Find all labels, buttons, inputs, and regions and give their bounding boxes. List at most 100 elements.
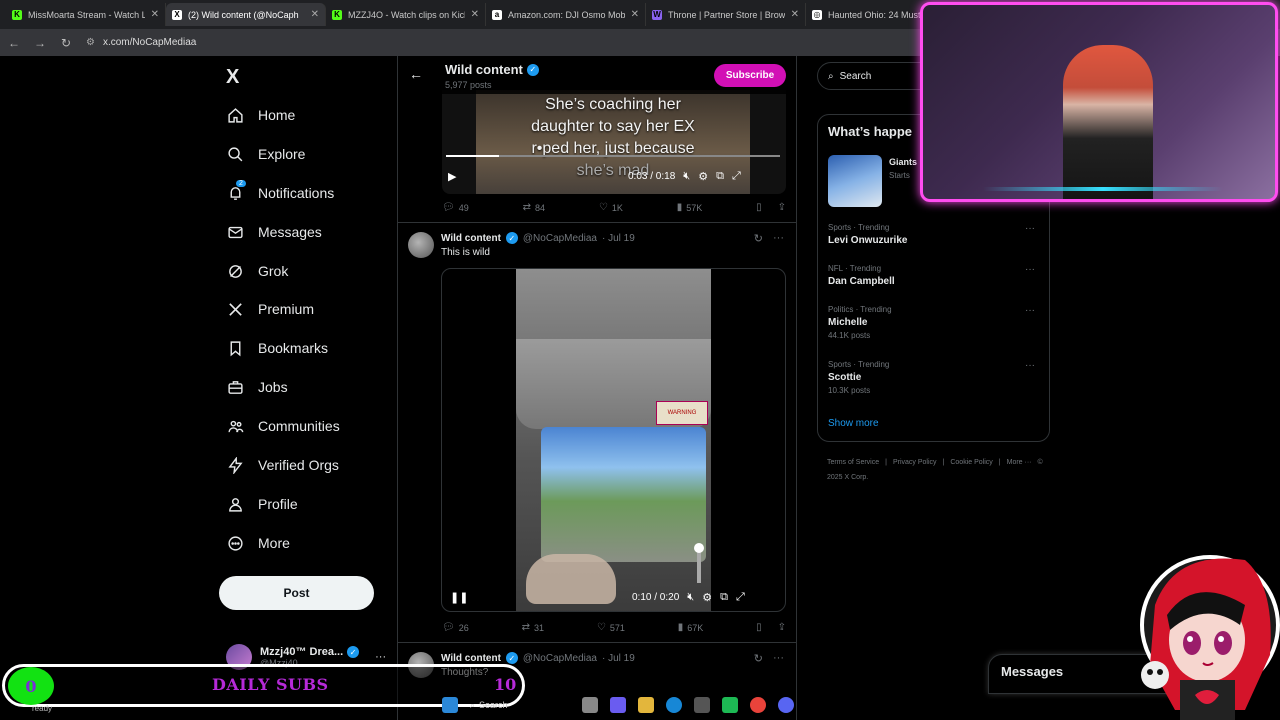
share-icon[interactable]: ⇪ bbox=[778, 202, 786, 213]
author-name[interactable]: Wild content bbox=[441, 233, 501, 244]
app-icon[interactable] bbox=[722, 697, 738, 713]
nav-item-explore[interactable]: Explore bbox=[226, 145, 305, 163]
tweet-date[interactable]: · Jul 19 bbox=[602, 233, 635, 244]
footer-link[interactable]: Cookie Policy bbox=[950, 459, 992, 466]
pip-icon[interactable]: ⧉ bbox=[716, 170, 724, 183]
site-info-icon[interactable]: ⚙ bbox=[86, 37, 95, 48]
post-button[interactable]: Post bbox=[219, 576, 374, 610]
x-logo-icon[interactable]: X bbox=[226, 66, 239, 89]
more-dots-icon[interactable]: ··· bbox=[1025, 360, 1035, 371]
trend-name: Scottie bbox=[828, 372, 862, 383]
share-icon[interactable]: ⇪ bbox=[778, 622, 786, 633]
video-player[interactable]: WARNING ❚❚ 0:10 / 0:20 🔇︎ ⚙ ⧉ ⤢ bbox=[441, 268, 786, 612]
avatar[interactable] bbox=[408, 232, 434, 258]
close-icon[interactable]: ✕ bbox=[471, 9, 479, 20]
nav-item-label: Messages bbox=[258, 224, 322, 240]
more-dots-icon[interactable]: ··· bbox=[1025, 223, 1035, 234]
verified-icon: ✓ bbox=[505, 652, 518, 664]
edge-icon[interactable] bbox=[666, 697, 682, 713]
nav-item-more[interactable]: More bbox=[226, 534, 290, 552]
footer-link[interactable]: Privacy Policy bbox=[893, 459, 937, 466]
reload-icon[interactable]: ↻ bbox=[60, 36, 72, 50]
nav-item-profile[interactable]: Profile bbox=[226, 495, 298, 513]
reply-button[interactable]: 💬︎ 26 bbox=[442, 622, 469, 633]
more-dots-icon[interactable]: ··· bbox=[1025, 264, 1035, 275]
trend-name: Levi Onwuzurike bbox=[828, 235, 908, 246]
reply-button[interactable]: 💬︎ 49 bbox=[442, 202, 469, 213]
windows-start-icon[interactable] bbox=[442, 697, 458, 713]
play-icon[interactable]: ▶ bbox=[448, 170, 456, 183]
close-icon[interactable]: ✕ bbox=[311, 9, 319, 20]
author-handle[interactable]: @NoCapMediaa bbox=[523, 233, 597, 244]
grok-icon[interactable]: ↻ bbox=[754, 652, 763, 665]
copilot-icon[interactable] bbox=[610, 697, 626, 713]
video-player[interactable]: She’s coaching her daughter to say her E… bbox=[442, 90, 786, 194]
mute-icon[interactable]: 🔇︎ bbox=[683, 170, 690, 183]
subscribe-button[interactable]: Subscribe bbox=[714, 64, 786, 87]
discord-icon[interactable] bbox=[778, 697, 794, 713]
nav-item-notifications[interactable]: 2 Notifications bbox=[226, 180, 334, 202]
back-arrow-icon[interactable]: ← bbox=[409, 66, 423, 82]
like-button[interactable]: ♡ 1K bbox=[599, 202, 623, 213]
nav-item-verified-orgs[interactable]: Verified Orgs bbox=[226, 456, 339, 474]
views-button[interactable]: ▮ 57K bbox=[677, 202, 703, 213]
chrome-icon[interactable] bbox=[750, 697, 766, 713]
mute-icon[interactable]: 🔇︎ bbox=[687, 591, 694, 604]
trend-item[interactable]: Sports · Trending Levi Onwuzurike ··· bbox=[828, 223, 1043, 246]
more-dots-icon[interactable]: ··· bbox=[773, 232, 784, 245]
more-dots-icon[interactable]: ··· bbox=[1025, 305, 1035, 316]
footer-link[interactable]: More ··· bbox=[1007, 459, 1032, 466]
file-explorer-icon[interactable] bbox=[638, 697, 654, 713]
views-button[interactable]: ▮ 67K bbox=[678, 622, 704, 633]
footer-link[interactable]: Terms of Service bbox=[827, 459, 879, 466]
like-button[interactable]: ♡ 571 bbox=[597, 622, 625, 633]
video-progress-bar[interactable] bbox=[446, 155, 780, 157]
nav-item-grok[interactable]: Grok bbox=[226, 262, 288, 280]
pip-icon[interactable]: ⧉ bbox=[720, 591, 728, 604]
trend-event-title[interactable]: Giants bbox=[889, 157, 917, 167]
browser-tab[interactable]: W Throne | Partner Store | Browse ✕ bbox=[646, 3, 806, 26]
nav-item-label: Jobs bbox=[258, 379, 288, 395]
grok-icon[interactable]: ↻ bbox=[754, 232, 763, 245]
repost-button[interactable]: ⇄ 31 bbox=[522, 622, 544, 633]
address-field[interactable]: ⚙ x.com/NoCapMediaa bbox=[86, 33, 196, 53]
repost-button[interactable]: ⇄ 84 bbox=[523, 202, 545, 213]
trend-item[interactable]: Politics · Trending Michelle 44.1K posts ··… bbox=[828, 305, 1043, 340]
browser-tab[interactable]: X (2) Wild content (@NoCaph ✕ bbox=[166, 3, 326, 26]
tweet-date[interactable]: · Jul 19 bbox=[602, 653, 635, 664]
trend-item[interactable]: Sports · Trending Scottie 10.3K posts ··· bbox=[828, 360, 1043, 395]
show-more-link[interactable]: Show more bbox=[828, 418, 879, 429]
author-handle[interactable]: @NoCapMediaa bbox=[523, 653, 597, 664]
nav-item-communities[interactable]: Communities bbox=[226, 417, 340, 435]
browser-tab[interactable]: K MissMoarta Stream - Watch Li ✕ bbox=[6, 3, 166, 26]
close-icon[interactable]: ✕ bbox=[631, 9, 639, 20]
more-dots-icon[interactable]: ··· bbox=[375, 651, 386, 663]
forward-icon[interactable]: → bbox=[34, 36, 46, 50]
close-icon[interactable]: ✕ bbox=[151, 9, 159, 20]
browser-tab[interactable]: K MZZJ4O - Watch clips on Kick ✕ bbox=[326, 3, 486, 26]
reply-count: 49 bbox=[458, 202, 469, 213]
more-dots-icon[interactable]: ··· bbox=[773, 652, 784, 665]
back-icon[interactable]: ← bbox=[8, 36, 20, 50]
pause-icon[interactable]: ❚❚ bbox=[450, 591, 468, 604]
nav-item-messages[interactable]: Messages bbox=[226, 223, 322, 241]
trend-item[interactable]: NFL · Trending Dan Campbell ··· bbox=[828, 264, 1043, 287]
volume-knob[interactable] bbox=[694, 543, 704, 553]
close-icon[interactable]: ✕ bbox=[791, 9, 799, 20]
bookmark-button[interactable]: ▯ ⇪ bbox=[756, 202, 786, 213]
nav-item-home[interactable]: Home bbox=[226, 106, 295, 124]
nav-item-bookmarks[interactable]: Bookmarks bbox=[226, 339, 328, 357]
bookmark-button[interactable]: ▯ ⇪ bbox=[756, 622, 786, 633]
nav-item-jobs[interactable]: Jobs bbox=[226, 378, 288, 396]
author-name[interactable]: Wild content bbox=[441, 653, 501, 664]
settings-icon[interactable]: ⚙ bbox=[698, 170, 708, 183]
browser-tab[interactable]: a Amazon.com: DJI Osmo Mobile ✕ bbox=[486, 3, 646, 26]
taskbar-search[interactable]: ⌕ Search bbox=[470, 700, 570, 711]
trend-image[interactable] bbox=[828, 155, 882, 207]
nav-item-premium[interactable]: Premium bbox=[226, 300, 314, 318]
task-view-icon[interactable] bbox=[582, 697, 598, 713]
settings-icon[interactable]: ⚙ bbox=[702, 591, 712, 604]
store-icon[interactable] bbox=[694, 697, 710, 713]
fullscreen-icon[interactable]: ⤢ bbox=[736, 591, 745, 604]
fullscreen-icon[interactable]: ⤢ bbox=[732, 170, 741, 183]
